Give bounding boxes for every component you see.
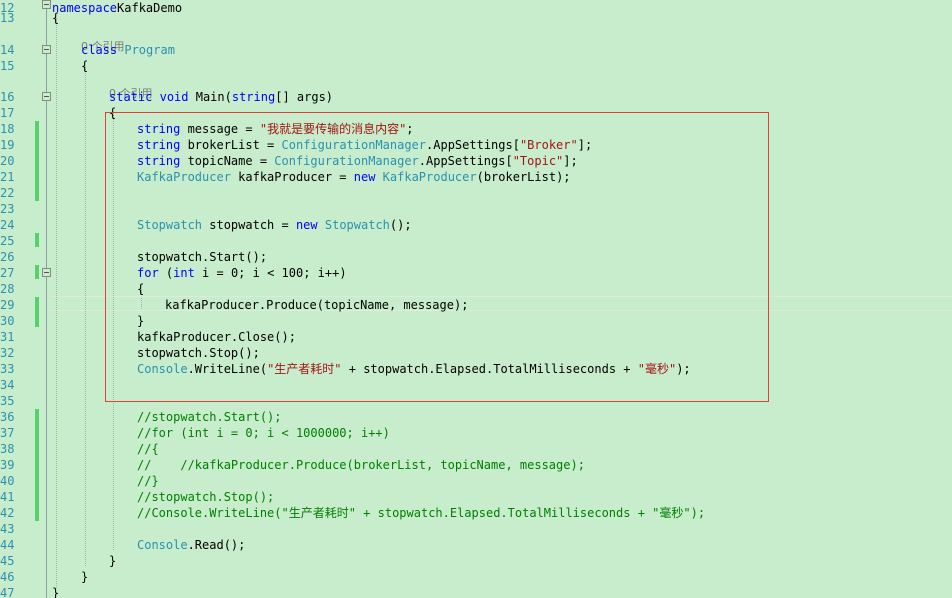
code-text[interactable]: static void Main(string[] args): [109, 89, 333, 105]
line-number: 27: [0, 266, 15, 280]
code-editor[interactable]: 0 个引用 0 个引用 12 namespaceKafkaDemo 13{14 cla…: [0, 0, 952, 598]
code-token: string: [231, 90, 276, 104]
code-token: // //kafkaProducer.Produce(brokerList, t…: [137, 458, 585, 472]
code-token: {: [52, 11, 60, 25]
code-text[interactable]: {: [81, 58, 88, 74]
line-number: 41: [0, 490, 15, 504]
reference-hint-program[interactable]: 0 个引用: [0, 26, 952, 53]
code-line[interactable]: 14 class Program: [0, 42, 952, 58]
code-line[interactable]: 41 //stopwatch.Stop();: [0, 489, 952, 505]
code-line[interactable]: 38 //{: [0, 441, 952, 457]
code-token: [] args): [275, 90, 334, 104]
code-token: //}: [137, 474, 159, 488]
code-text[interactable]: //stopwatch.Stop();: [137, 489, 274, 505]
line-number: 40: [0, 474, 15, 488]
line-number: 37: [0, 426, 15, 440]
line-number: 33: [0, 362, 15, 376]
line-number: 36: [0, 410, 15, 424]
code-line[interactable]: 43: [0, 521, 952, 537]
code-line[interactable]: 15 {: [0, 58, 952, 74]
code-text[interactable]: class Program: [81, 42, 175, 58]
code-line[interactable]: 45}: [0, 553, 952, 569]
line-number: 34: [0, 378, 15, 392]
code-line[interactable]: 46}: [0, 569, 952, 585]
code-text[interactable]: Console.Read();: [137, 537, 245, 553]
line-number: 17: [0, 106, 15, 120]
line-number: 25: [0, 234, 15, 248]
line-number: 20: [0, 154, 15, 168]
line-number: 47: [0, 586, 15, 598]
code-token: //Console.WriteLine("生产者耗时" + stopwatch.…: [137, 506, 706, 520]
line-number: 44: [0, 538, 15, 552]
code-text[interactable]: //Console.WriteLine("生产者耗时" + stopwatch.…: [137, 505, 705, 521]
code-text[interactable]: //}: [137, 473, 159, 489]
code-line[interactable]: 36 //stopwatch.Start();: [0, 409, 952, 425]
code-text[interactable]: {: [52, 10, 59, 26]
line-number: 30: [0, 314, 15, 328]
line-number: 29: [0, 298, 15, 312]
line-number: 19: [0, 138, 15, 152]
code-text[interactable]: }: [109, 553, 116, 569]
code-text[interactable]: //stopwatch.Start();: [137, 409, 282, 425]
code-token: .Read();: [187, 538, 246, 552]
code-text[interactable]: }: [52, 585, 59, 598]
line-number: 46: [0, 570, 15, 584]
code-token: Main(: [188, 90, 232, 104]
code-token: }: [109, 554, 117, 568]
line-number: 43: [0, 522, 15, 536]
line-number: 14: [0, 43, 15, 57]
code-token: Program: [124, 43, 175, 57]
line-number: 24: [0, 218, 15, 232]
code-token: void: [159, 90, 189, 104]
reference-hint-main[interactable]: 0 个引用: [0, 73, 952, 100]
code-token: Console: [137, 538, 188, 552]
code-token: //stopwatch.Stop();: [137, 490, 275, 504]
code-text[interactable]: //for (int i = 0; i < 1000000; i++): [137, 425, 390, 441]
line-number: 31: [0, 330, 15, 344]
code-token: static: [109, 90, 153, 104]
line-number: 21: [0, 170, 15, 184]
line-number: 18: [0, 122, 15, 136]
code-line[interactable]: 37 //for (int i = 0; i < 1000000; i++): [0, 425, 952, 441]
code-text[interactable]: // //kafkaProducer.Produce(brokerList, t…: [137, 457, 585, 473]
line-number: 32: [0, 346, 15, 360]
line-number: 38: [0, 442, 15, 456]
code-token: }: [52, 586, 60, 598]
line-number: 35: [0, 394, 15, 408]
line-number: 16: [0, 90, 15, 104]
code-token: //stopwatch.Start();: [137, 410, 282, 424]
code-line[interactable]: 13 {: [0, 10, 952, 26]
code-token: {: [81, 59, 89, 73]
line-number: 39: [0, 458, 15, 472]
code-token: }: [81, 570, 89, 584]
line-number: 23: [0, 202, 15, 216]
code-line[interactable]: 16 static void Main(string[] args): [0, 89, 952, 105]
line-number: 22: [0, 186, 15, 200]
code-line[interactable]: 44 Console.Read();: [0, 537, 952, 553]
line-number: 45: [0, 554, 15, 568]
line-number: 26: [0, 250, 15, 264]
code-text[interactable]: //{: [137, 441, 159, 457]
code-text[interactable]: }: [81, 569, 88, 585]
code-line[interactable]: 47}: [0, 585, 952, 598]
code-line[interactable]: 42 //Console.WriteLine("生产者耗时" + stopwatc…: [0, 505, 952, 521]
line-number: 13: [0, 11, 15, 25]
line-number: 15: [0, 59, 15, 73]
line-number: 42: [0, 506, 15, 520]
code-line[interactable]: 39 // //kafkaProducer.Produce(brokerList,…: [0, 457, 952, 473]
annotation-rectangle: [105, 112, 769, 402]
code-token: class: [81, 43, 118, 57]
code-token: //{: [137, 442, 159, 456]
code-token: //for (int i = 0; i < 1000000; i++): [137, 426, 390, 440]
code-line[interactable]: 40 //}: [0, 473, 952, 489]
line-number: 28: [0, 282, 15, 296]
